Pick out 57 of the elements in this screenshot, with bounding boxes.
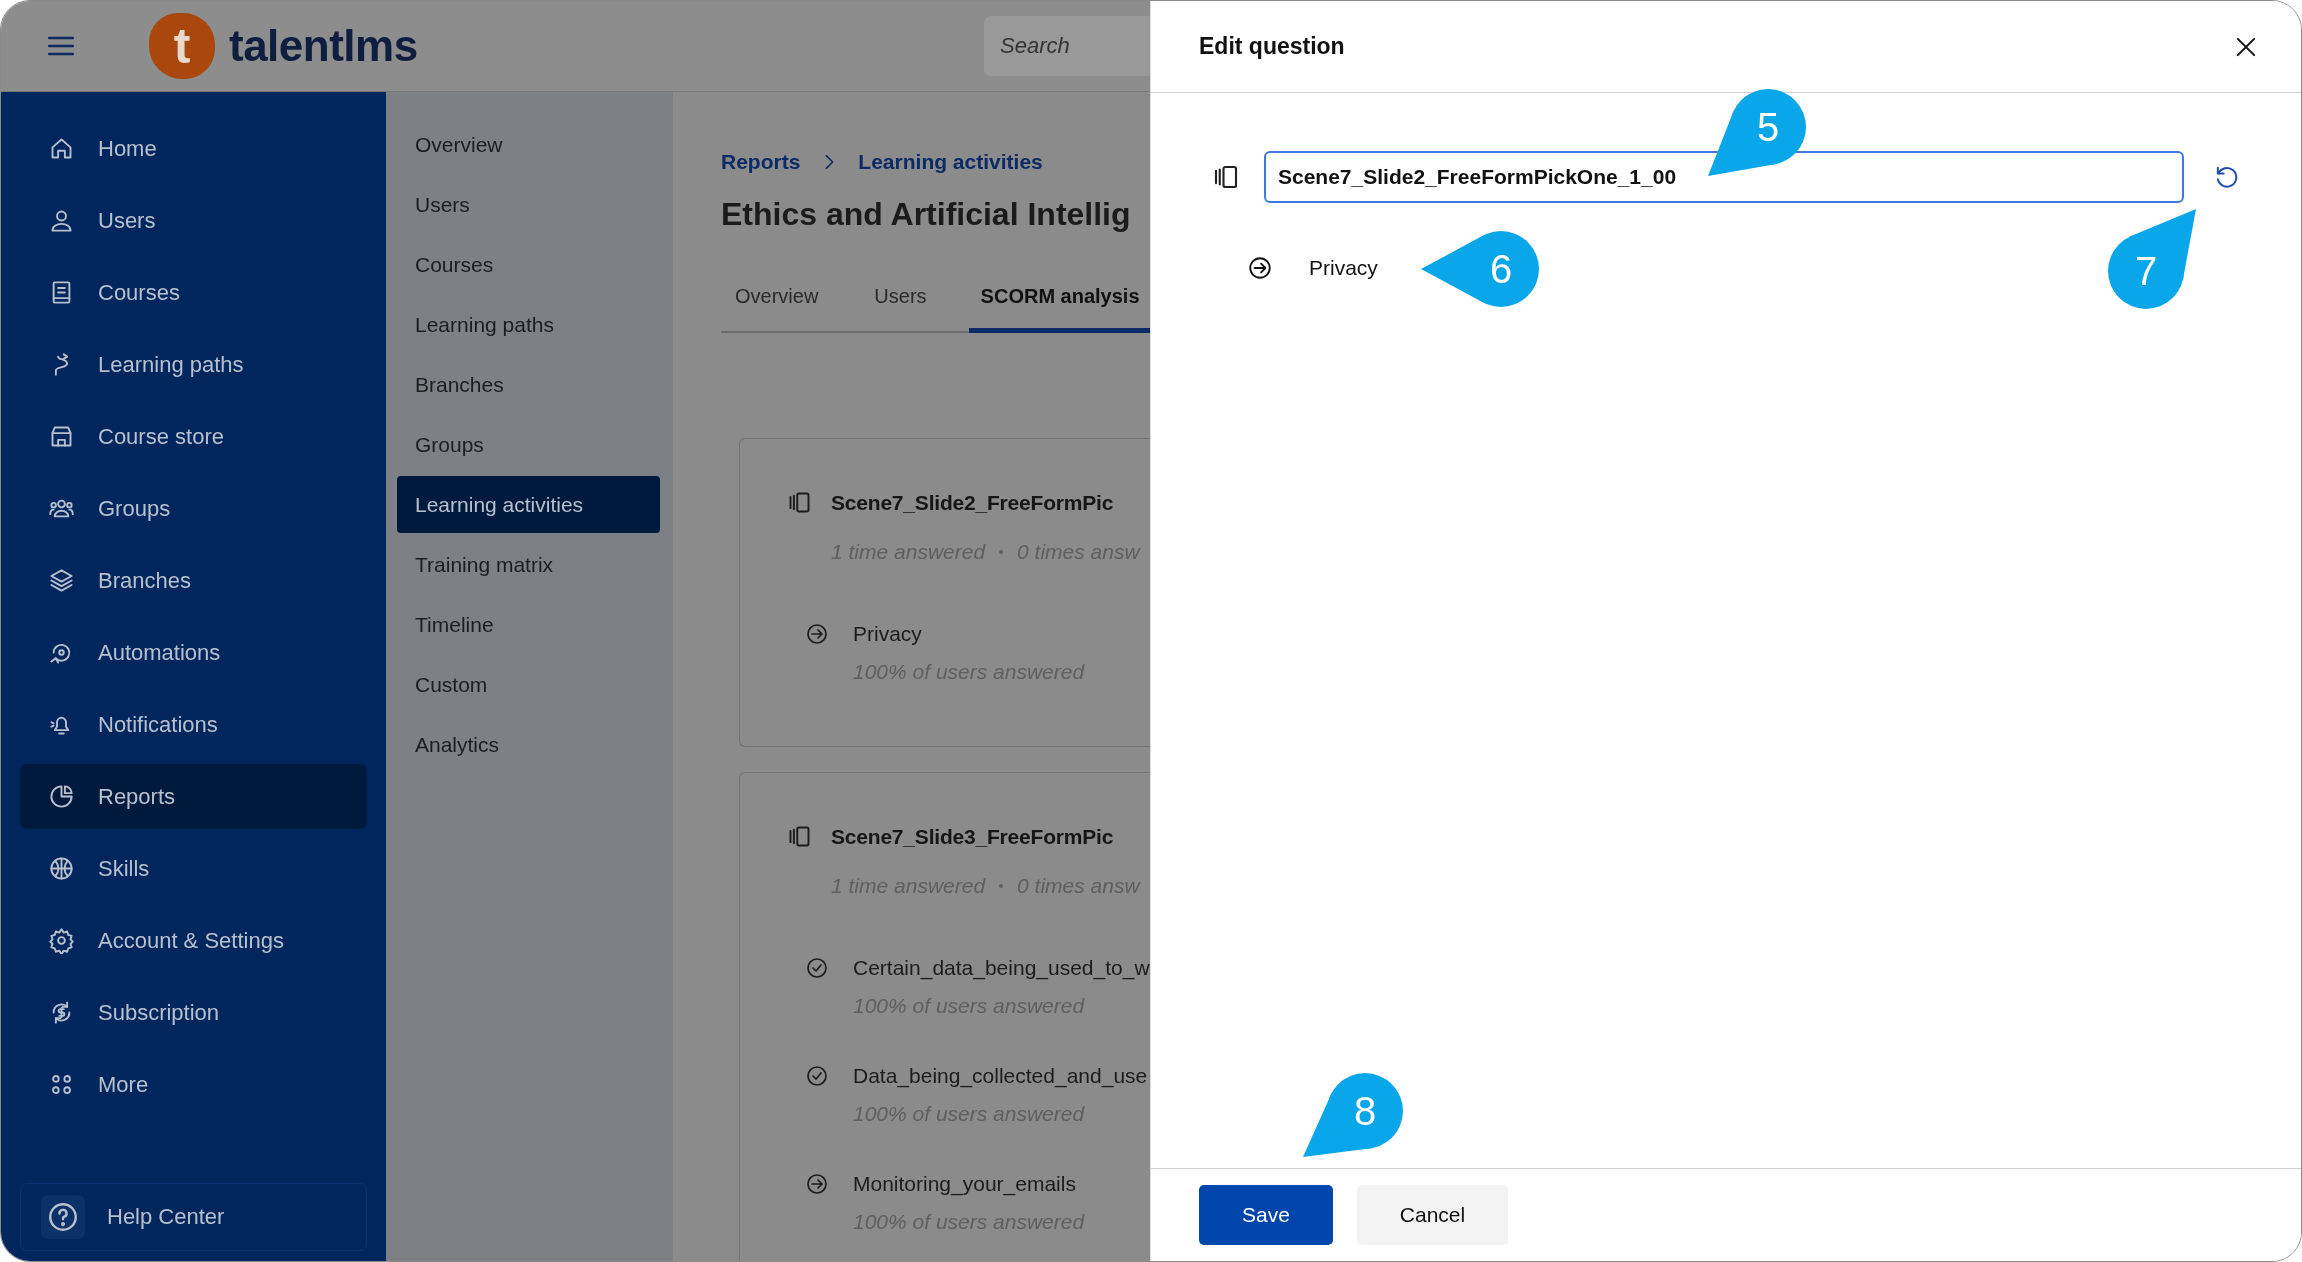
question-title: Scene7_Slide3_FreeFormPic <box>831 824 1114 849</box>
submenu-item[interactable]: Learning paths <box>397 296 660 353</box>
submenu-item[interactable]: Users <box>397 176 660 233</box>
sidebar-item[interactable]: Groups <box>20 476 367 541</box>
submenu-item[interactable]: Groups <box>397 416 660 473</box>
sidebar-item[interactable]: Reports <box>20 764 367 829</box>
submenu-item[interactable]: Courses <box>397 236 660 293</box>
answer-label: Data_being_collected_and_use <box>853 1064 1148 1088</box>
answer-label: Monitoring_your_emails <box>853 1172 1076 1196</box>
pie-chart-icon <box>48 783 75 810</box>
cancel-button[interactable]: Cancel <box>1357 1185 1508 1245</box>
sidebar-item[interactable]: Learning paths <box>20 332 367 397</box>
arrow-circle-icon <box>805 622 829 646</box>
submenu-item[interactable]: Overview <box>397 116 660 173</box>
sidebar-item[interactable]: Course store <box>20 404 367 469</box>
sidebar-item[interactable]: Automations <box>20 620 367 685</box>
answer-label: Privacy <box>853 622 922 646</box>
check-circle-icon <box>805 956 829 980</box>
sidebar-item[interactable]: Notifications <box>20 692 367 757</box>
settings-icon <box>48 927 75 954</box>
answer-label: Certain_data_being_used_to_w <box>853 956 1150 980</box>
separator-dot <box>999 884 1004 888</box>
arrow-circle-icon <box>805 1172 829 1196</box>
breadcrumb-link[interactable]: Learning activities <box>858 150 1043 174</box>
tab[interactable]: Users <box>860 269 941 333</box>
sidebar-item[interactable]: Skills <box>20 836 367 901</box>
sidebar-item[interactable]: Branches <box>20 548 367 613</box>
sidebar-item[interactable]: Subscription <box>20 980 367 1045</box>
check-circle-icon <box>805 1064 829 1088</box>
separator-dot <box>999 550 1004 554</box>
submenu-item[interactable]: Learning activities <box>397 476 660 533</box>
question-title: Scene7_Slide2_FreeFormPic <box>831 490 1114 515</box>
sidebar-item[interactable]: Account & Settings <box>20 908 367 973</box>
question-input[interactable]: Scene7_Slide2_FreeFormPickOne_1_00 <box>1264 151 2184 203</box>
answer-label: Privacy <box>1309 256 1378 280</box>
help-icon <box>46 1200 80 1234</box>
globe-icon <box>48 855 75 882</box>
submenu-item[interactable]: Timeline <box>397 596 660 653</box>
page-title: Ethics and Artificial Intellig <box>721 196 1132 233</box>
sidebar-item[interactable]: Users <box>20 188 367 253</box>
arrow-circle-icon <box>1247 255 1273 281</box>
logo-mark: t <box>149 13 215 79</box>
breadcrumb-link[interactable]: Reports <box>721 150 801 174</box>
sidebar-item[interactable]: Home <box>20 116 367 181</box>
tab[interactable]: Overview <box>721 269 833 333</box>
submenu-item[interactable]: Custom <box>397 656 660 713</box>
dialog-title: Edit question <box>1199 33 1345 60</box>
search-field[interactable]: Search <box>984 16 1150 76</box>
help-center-link[interactable]: Help Center <box>20 1183 367 1251</box>
layers-icon <box>48 567 75 594</box>
submenu-item[interactable]: Analytics <box>397 716 660 773</box>
sidebar-item[interactable]: More <box>20 1052 367 1117</box>
submenu-item[interactable]: Branches <box>397 356 660 413</box>
logo-text: talentlms <box>229 21 418 71</box>
sidebar-item[interactable]: Courses <box>20 260 367 325</box>
save-button[interactable]: Save <box>1199 1185 1333 1245</box>
submenu-item[interactable]: Training matrix <box>397 536 660 593</box>
